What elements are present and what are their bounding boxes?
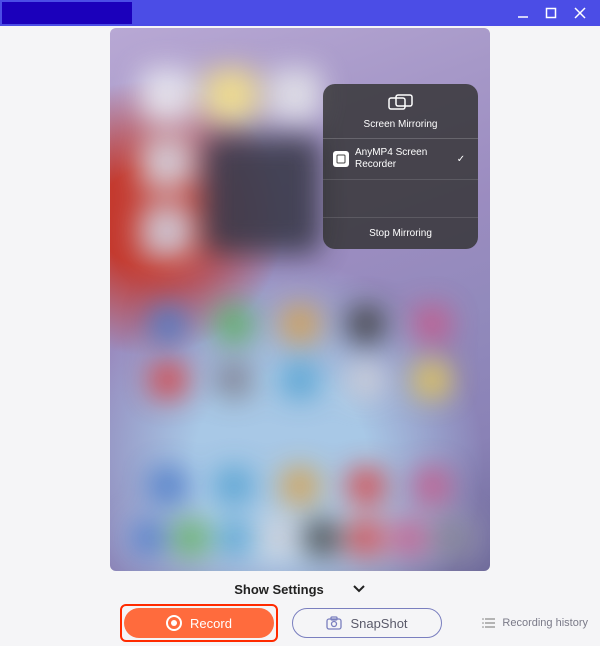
chevron-down-icon bbox=[352, 584, 366, 594]
maximize-button[interactable] bbox=[544, 6, 558, 20]
window-controls bbox=[516, 5, 594, 21]
history-label: Recording history bbox=[502, 617, 588, 629]
list-icon bbox=[482, 617, 496, 629]
device-screen: Screen Mirroring AnyMP4 Screen Recorder … bbox=[110, 28, 490, 571]
app-title-placeholder bbox=[2, 2, 132, 24]
mirror-panel-header: Screen Mirroring bbox=[323, 84, 478, 139]
mirror-device-item[interactable]: AnyMP4 Screen Recorder ✓ bbox=[323, 139, 478, 180]
minimize-button[interactable] bbox=[516, 6, 530, 20]
device-icon bbox=[333, 151, 349, 167]
camera-icon bbox=[326, 616, 342, 630]
bottom-bar: Show Settings Record SnapShot Recording … bbox=[0, 573, 600, 646]
record-button[interactable]: Record bbox=[124, 608, 274, 638]
mirror-viewport: Screen Mirroring AnyMP4 Screen Recorder … bbox=[0, 26, 600, 573]
show-settings-toggle[interactable]: Show Settings bbox=[12, 577, 588, 601]
screen-mirroring-icon bbox=[388, 94, 414, 112]
device-name: AnyMP4 Screen Recorder bbox=[355, 147, 448, 171]
snapshot-button[interactable]: SnapShot bbox=[292, 608, 442, 638]
checkmark-icon: ✓ bbox=[454, 154, 468, 165]
stop-mirroring-button[interactable]: Stop Mirroring bbox=[323, 218, 478, 249]
snapshot-label: SnapShot bbox=[350, 616, 407, 631]
record-icon bbox=[166, 615, 182, 631]
show-settings-label: Show Settings bbox=[234, 582, 324, 597]
titlebar bbox=[0, 0, 600, 26]
record-label: Record bbox=[190, 616, 232, 631]
close-button[interactable] bbox=[572, 5, 588, 21]
record-button-highlight: Record bbox=[120, 604, 278, 642]
mirror-panel-title: Screen Mirroring bbox=[331, 119, 470, 130]
mirror-panel-spacer bbox=[323, 180, 478, 218]
recording-history-link[interactable]: Recording history bbox=[482, 617, 588, 629]
screen-mirroring-panel: Screen Mirroring AnyMP4 Screen Recorder … bbox=[323, 84, 478, 249]
